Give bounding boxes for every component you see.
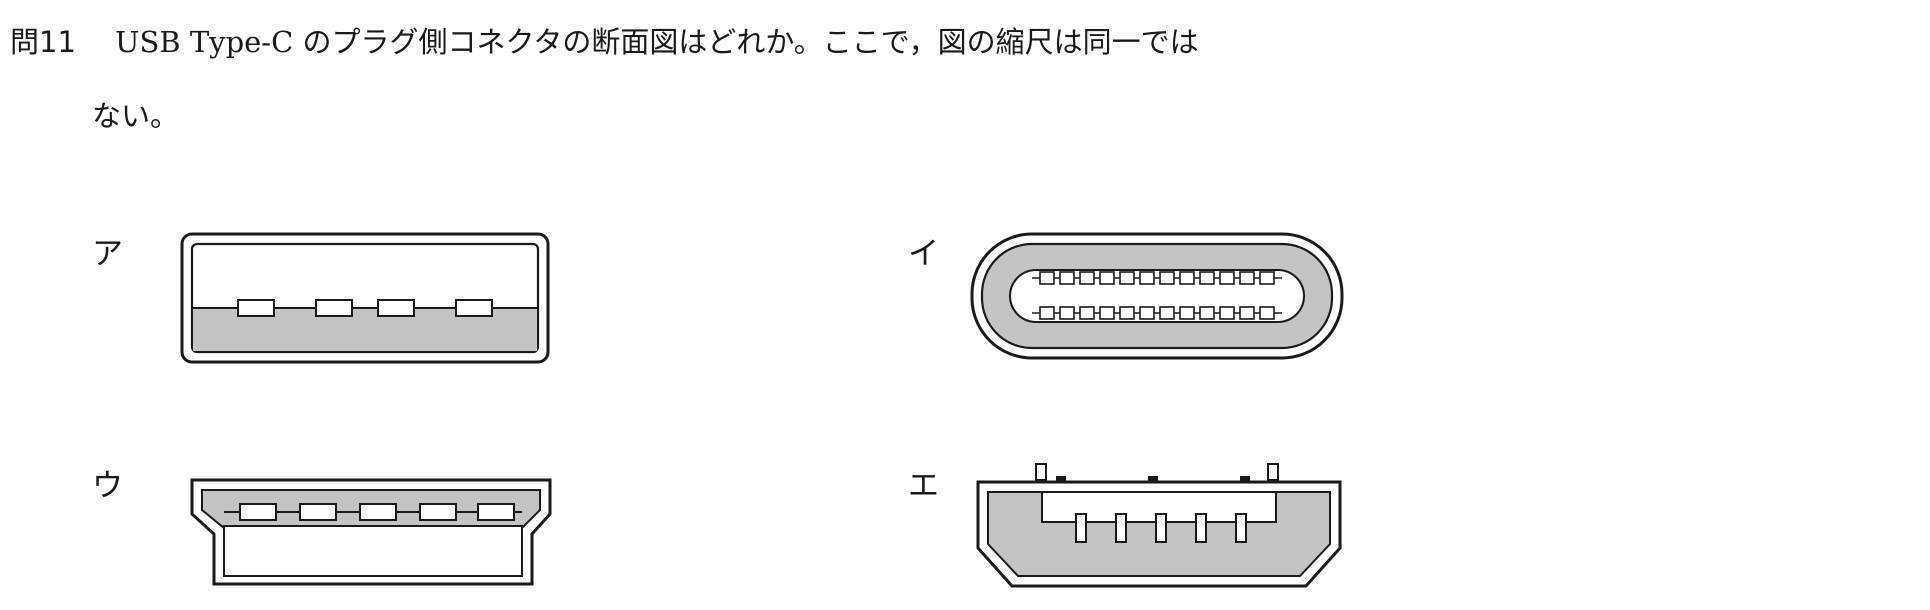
question-number: 問11 [10, 25, 76, 59]
type-c-pin [1139, 306, 1155, 320]
type-c-pin [1119, 271, 1135, 285]
question-text-line-2: ない。 [92, 99, 180, 133]
type-c-pin [1219, 271, 1235, 285]
choice-label-a[interactable]: ア [92, 228, 123, 273]
type-c-pin [1059, 306, 1075, 320]
type-c-pin [1079, 271, 1095, 285]
type-c-pin [1219, 306, 1235, 320]
type-c-pin [1039, 271, 1055, 285]
type-c-pin [1039, 306, 1055, 320]
connector-i-diagram [970, 232, 1346, 366]
type-c-pin [1159, 271, 1175, 285]
choice-label-i[interactable]: イ [908, 228, 939, 273]
type-c-pin [1259, 271, 1275, 285]
type-c-pin [1199, 271, 1215, 285]
type-c-pin [1119, 306, 1135, 320]
question-text-line-1: USB Type-C のプラグ側コネクタの断面図はどれか。ここで，図の縮尺は同一… [115, 25, 1199, 59]
type-c-pin [1099, 271, 1115, 285]
type-c-pin [1159, 306, 1175, 320]
connector-a-diagram [180, 232, 552, 370]
choice-label-u[interactable]: ウ [92, 460, 123, 505]
type-c-pin [1139, 271, 1155, 285]
connector-e-diagram [970, 462, 1350, 594]
type-c-pin [1239, 271, 1255, 285]
type-c-pin [1059, 271, 1075, 285]
question-line-1: 問11 USB Type-C のプラグ側コネクタの断面図はどれか。ここで，図の縮尺… [10, 6, 1199, 78]
type-c-pin [1199, 306, 1215, 320]
connector-u-diagram [188, 476, 558, 592]
type-c-pin [1179, 306, 1195, 320]
type-c-pin [1079, 306, 1095, 320]
type-c-pin [1259, 306, 1275, 320]
type-c-pin [1099, 306, 1115, 320]
choice-label-e[interactable]: エ [908, 460, 939, 505]
type-c-pin [1179, 271, 1195, 285]
type-c-pin [1239, 306, 1255, 320]
